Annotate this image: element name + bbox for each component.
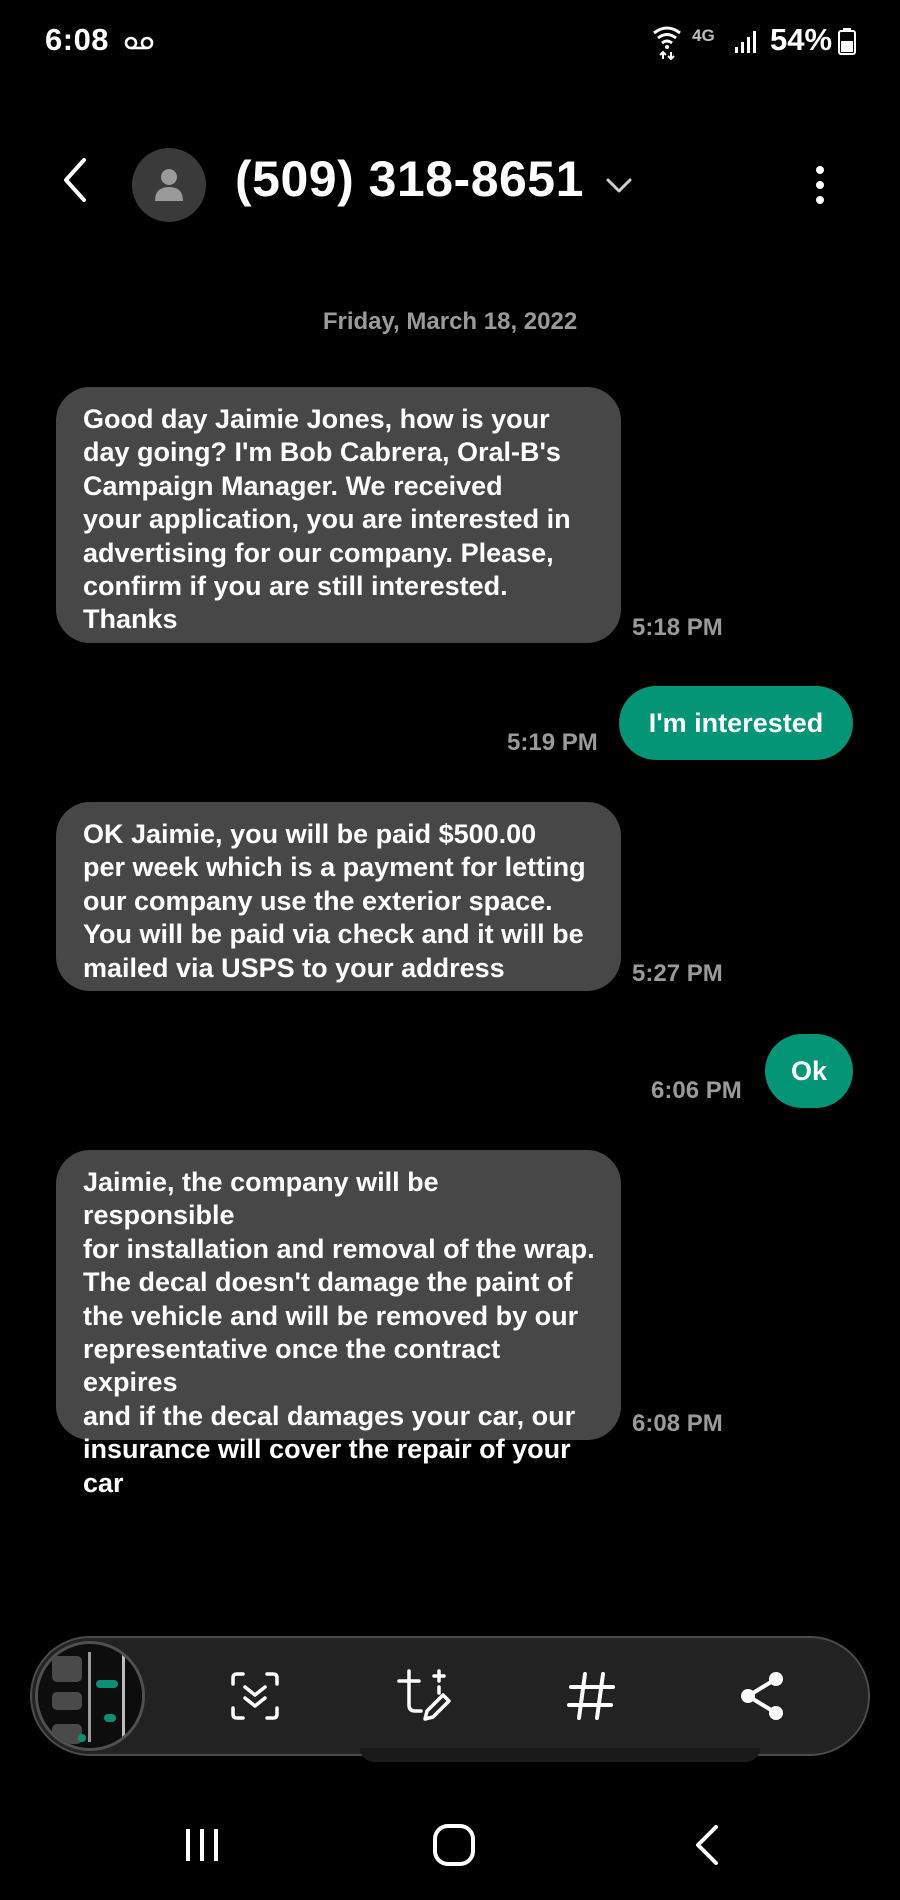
screenshot-thumbnail[interactable] [35,1641,145,1751]
screenshot-toolbar [30,1636,870,1756]
voicemail-icon [124,36,154,50]
message-timestamp: 5:19 PM [507,729,598,756]
draw-crop-button[interactable] [394,1666,454,1726]
back-button[interactable] [50,150,100,210]
messages-screen: 6:08 4G 54% (509) 318-8651 Friday, March… [0,0,900,1900]
scroll-capture-button[interactable] [225,1666,285,1726]
recents-button[interactable] [172,1820,232,1870]
contact-details-toggle[interactable] [604,170,634,200]
scroll-capture-icon [231,1672,279,1720]
message-timestamp: 6:08 PM [632,1410,723,1437]
wifi-icon [653,26,681,60]
hashtag-button[interactable] [561,1666,621,1726]
message-timestamp: 6:06 PM [651,1077,742,1104]
home-button[interactable] [424,1820,484,1870]
screenshot-preview-image [38,1644,142,1748]
network-type-label: 4G [692,26,715,45]
battery-percentage: 54% [770,22,833,57]
date-separator: Friday, March 18, 2022 [322,308,578,335]
draw-crop-icon [397,1669,451,1721]
message-timestamp: 5:27 PM [632,960,723,987]
back-icon [696,1825,718,1865]
outgoing-message[interactable]: I'm interested [619,686,853,760]
home-icon [433,1824,475,1866]
share-icon [741,1672,783,1720]
navigation-bar [0,1800,900,1900]
status-bar: 6:08 4G 54% [0,0,900,86]
toolbar-handle [360,1748,760,1762]
nav-back-button[interactable] [677,1820,737,1870]
message-timestamp: 5:18 PM [632,614,723,641]
chevron-down-icon [606,178,632,193]
conversation-header: (509) 318-8651 [0,130,900,240]
more-options-button[interactable] [800,155,840,215]
incoming-message[interactable]: OK Jaimie, you will be paid $500.00 per … [56,802,621,991]
recents-icon [186,1829,218,1861]
incoming-message[interactable]: Jaimie, the company will be responsible … [56,1150,621,1498]
contact-name[interactable]: (509) 318-8651 [235,150,584,208]
signal-icon [735,31,756,53]
incoming-message[interactable]: Good day Jaimie Jones, how is your day g… [56,387,621,643]
status-time: 6:08 [45,22,110,57]
back-arrow-icon [64,158,86,202]
avatar-person-icon [155,169,183,201]
avatar[interactable] [132,148,206,222]
battery-icon [838,28,856,55]
more-options-icon [816,166,824,204]
share-button[interactable] [732,1666,792,1726]
hashtag-icon [567,1672,615,1720]
outgoing-message[interactable]: Ok [765,1034,853,1108]
